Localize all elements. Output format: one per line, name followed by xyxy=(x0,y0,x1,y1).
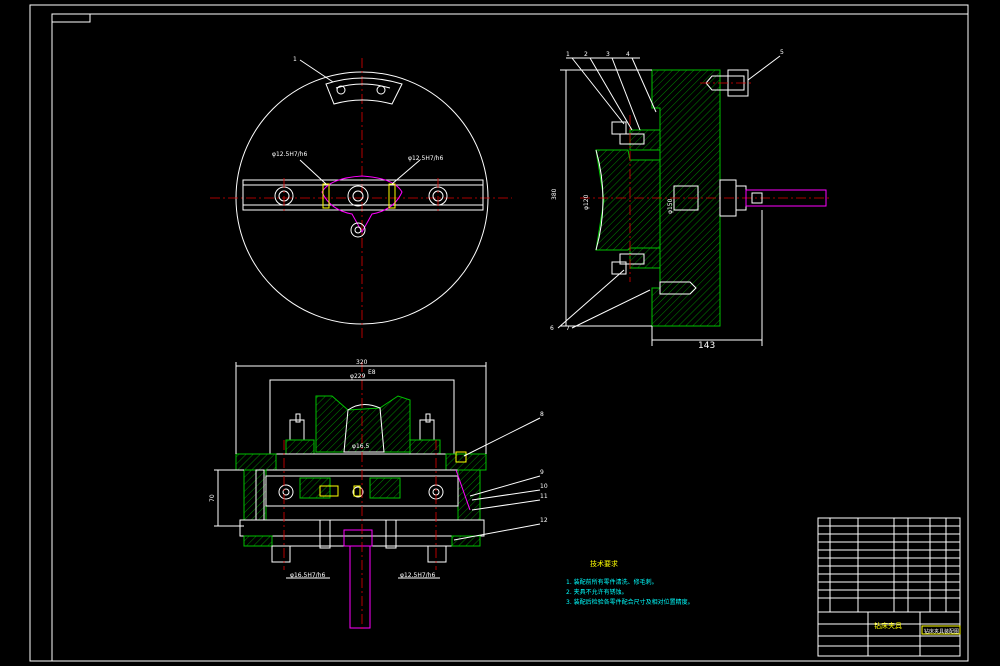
svg-text:12: 12 xyxy=(540,517,548,524)
front-width-label: 320 xyxy=(356,359,368,366)
front-top-mark-label: E8 xyxy=(368,369,376,376)
front-left-fit-label: φ16.5H7/h6 xyxy=(290,572,325,579)
svg-text:1: 1 xyxy=(566,51,570,58)
side-depth-label: 143 xyxy=(698,341,715,351)
front-pin-label: φ16.5 xyxy=(352,443,370,450)
svg-text:6: 6 xyxy=(550,325,554,332)
svg-text:1: 1 xyxy=(293,56,297,63)
plan-view: 1 φ12.5H7/h6 φ12.5H7/h6 xyxy=(210,56,512,340)
plan-left-bore-label: φ12.5H7/h6 xyxy=(272,151,307,158)
svg-text:9: 9 xyxy=(540,469,544,476)
title-block: 钻床夹具 钻床夹具装配图 xyxy=(817,517,961,657)
note-item-3: 3. 装配后检验各零件配合尺寸及相对位置精度。 xyxy=(566,598,694,606)
drawing-frame xyxy=(29,4,969,662)
title-block-name: 钻床夹具 xyxy=(874,621,902,630)
plan-right-bore-label: φ12.5H7/h6 xyxy=(408,155,443,162)
side-inner-label: φ120 xyxy=(583,194,590,210)
svg-text:11: 11 xyxy=(540,493,548,500)
side-height-label: 380 xyxy=(551,188,558,200)
front-span-label: φ229 xyxy=(350,373,366,380)
front-view: 320 φ229 E8 φ16.5 70 φ16.5H7/h6 φ12.5H7/… xyxy=(209,359,548,632)
svg-text:10: 10 xyxy=(540,483,548,490)
note-item-2: 2. 夹具不允许有锈蚀。 xyxy=(566,588,628,596)
side-view: 380 φ120 φ150 143 1 2 3 4 5 6 7 xyxy=(550,49,830,351)
technical-notes: 技术要求 1. 装配前所有零件清洗、修毛刺。 2. 夹具不允许有锈蚀。 3. 装… xyxy=(566,559,694,606)
svg-text:7: 7 xyxy=(566,325,570,332)
svg-text:4: 4 xyxy=(626,51,630,58)
svg-text:3: 3 xyxy=(606,51,610,58)
note-item-1: 1. 装配前所有零件清洗、修毛刺。 xyxy=(566,578,658,586)
svg-text:8: 8 xyxy=(540,411,544,418)
notes-heading: 技术要求 xyxy=(590,559,618,568)
svg-text:2: 2 xyxy=(584,51,588,58)
title-block-drawing: 钻床夹具装配图 xyxy=(924,628,959,635)
front-height-label: 70 xyxy=(209,494,216,502)
side-inner-b-label: φ150 xyxy=(667,198,674,214)
cad-drawing: 1 φ12.5H7/h6 φ12.5H7/h6 380 φ120 φ150 14… xyxy=(29,4,969,662)
svg-text:5: 5 xyxy=(780,49,784,56)
front-right-fit-label: φ12.5H7/h6 xyxy=(400,572,435,579)
